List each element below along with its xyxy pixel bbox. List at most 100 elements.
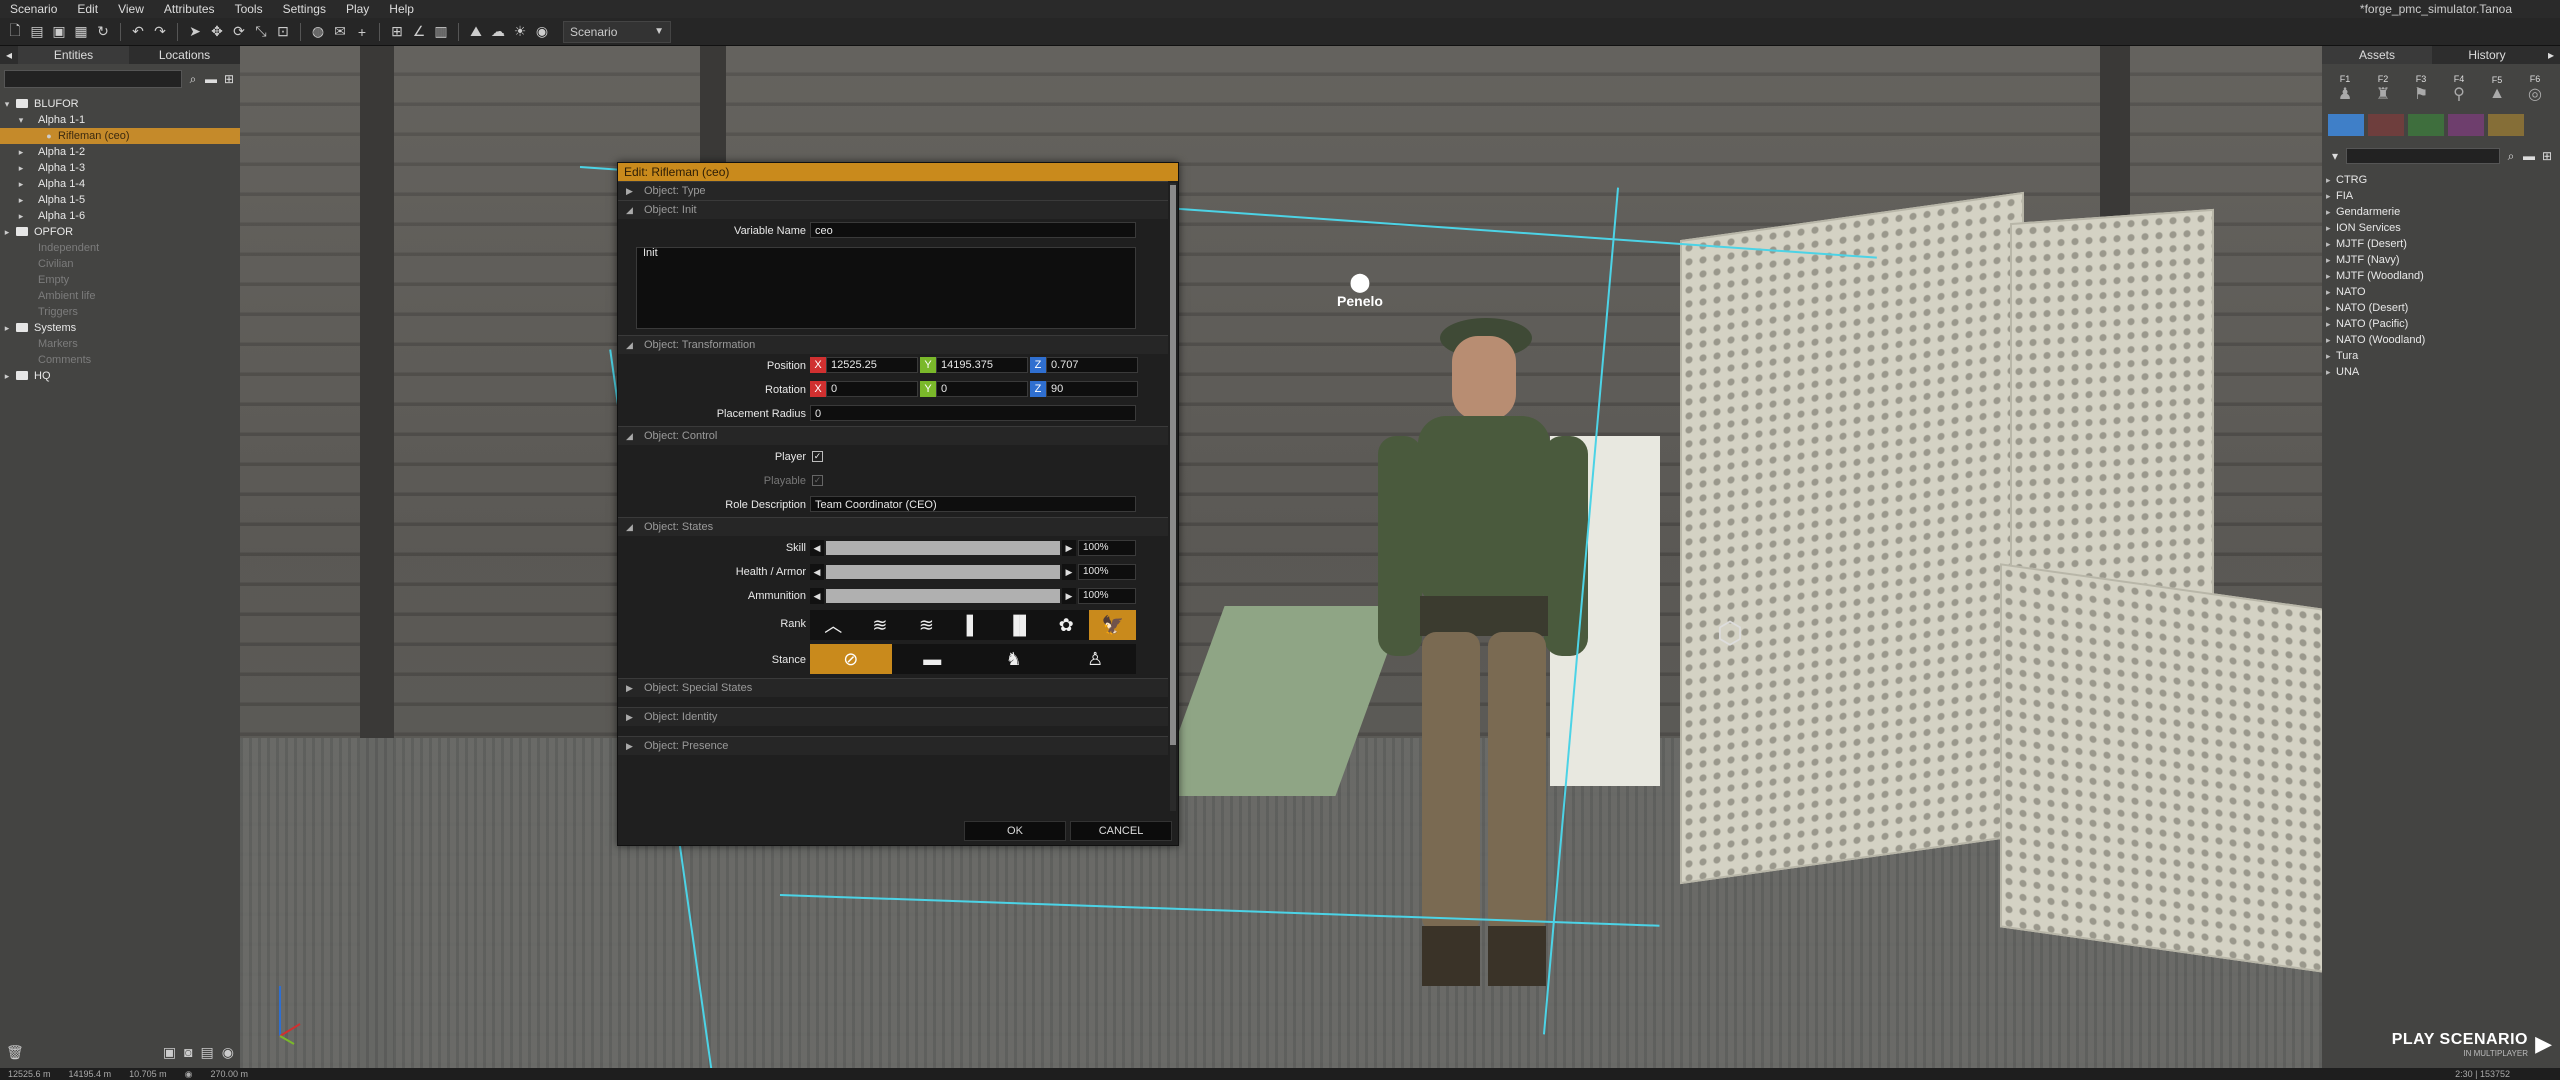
chevron-down-icon[interactable]: ▾ — [16, 112, 26, 128]
chevron-right-icon[interactable]: ▸ — [2, 320, 12, 336]
expand-all-icon[interactable]: ⊞ — [2540, 149, 2554, 163]
position-y-input[interactable]: 14195.375 — [936, 357, 1028, 373]
modules-mode-icon[interactable]: F3 ⚑ — [2404, 72, 2438, 106]
section-object-transformation[interactable]: ◢ Object: Transformation — [618, 335, 1168, 354]
faction-item[interactable]: Gendarmerie — [2322, 204, 2560, 220]
tree-item[interactable]: ● Rifleman (ceo) — [0, 128, 240, 144]
search-icon[interactable]: ⌕ — [186, 72, 200, 86]
faction-item[interactable]: NATO (Desert) — [2322, 300, 2560, 316]
rank-major-icon[interactable]: ✿ — [1043, 610, 1090, 640]
tree-item[interactable]: Triggers — [0, 304, 240, 320]
menu-view[interactable]: View — [108, 2, 154, 16]
sun-icon[interactable]: ☀ — [511, 23, 529, 41]
variable-name-input[interactable]: ceo — [810, 222, 1136, 238]
init-code-field[interactable]: Init — [636, 247, 1136, 329]
section-object-special-states[interactable]: ▶ Object: Special States — [618, 678, 1168, 697]
faction-item[interactable]: UNA — [2322, 364, 2560, 380]
section-object-type[interactable]: ▶ Object: Type — [618, 181, 1168, 200]
waypoints-mode-icon[interactable]: F4 ⚲ — [2442, 72, 2476, 106]
units-mode-icon[interactable]: F1 ♟ — [2328, 72, 2362, 106]
health-value[interactable]: 100% — [1078, 564, 1136, 580]
tree-item[interactable]: ▸ OPFOR — [0, 224, 240, 240]
menu-play[interactable]: Play — [336, 2, 379, 16]
slider-track[interactable] — [826, 541, 1060, 555]
position-z-input[interactable]: 0.707 — [1046, 357, 1138, 373]
side-blufor-filter[interactable] — [2328, 114, 2364, 136]
rank-colonel-icon[interactable]: 🦅 — [1089, 610, 1137, 640]
tree-item[interactable]: ▸ Alpha 1-3 — [0, 160, 240, 176]
rotate-icon[interactable]: ⟳ — [230, 23, 248, 41]
tree-item[interactable]: ▸ Alpha 1-5 — [0, 192, 240, 208]
new-file-icon[interactable]: 🗋 — [6, 22, 24, 41]
section-object-states[interactable]: ◢ Object: States — [618, 517, 1168, 536]
faction-item[interactable]: MJTF (Desert) — [2322, 236, 2560, 252]
vertical-grid-icon[interactable]: ▥ — [432, 23, 450, 41]
player-checkbox[interactable]: ✓ — [812, 451, 823, 462]
groups-mode-icon[interactable]: F2 ♜ — [2366, 72, 2400, 106]
new-folder-icon[interactable]: ▣ — [163, 1044, 176, 1062]
section-object-init[interactable]: ◢ Object: Init — [618, 200, 1168, 219]
arrow-right-icon[interactable]: ▶ — [1062, 564, 1076, 580]
rotation-x-input[interactable]: 0 — [826, 381, 918, 397]
grid-icon[interactable]: ⊞ — [388, 23, 406, 41]
section-object-presence[interactable]: ▶ Object: Presence — [618, 736, 1168, 755]
collapse-all-icon[interactable]: ▬ — [204, 72, 218, 86]
section-object-identity[interactable]: ▶ Object: Identity — [618, 707, 1168, 726]
tab-locations[interactable]: Locations — [129, 46, 240, 64]
redo-icon[interactable]: ↷ — [151, 23, 169, 41]
tree-item[interactable]: Ambient life — [0, 288, 240, 304]
menu-help[interactable]: Help — [379, 2, 424, 16]
collapse-right-icon[interactable]: ▸ — [2542, 46, 2560, 64]
stance-stand-icon[interactable]: ♙ — [1055, 644, 1137, 674]
tab-assets[interactable]: Assets — [2322, 46, 2432, 64]
collapse-left-icon[interactable]: ◂ — [0, 46, 18, 64]
terrain-icon[interactable]: ⛰ — [467, 23, 485, 41]
skill-slider[interactable]: ◀ ▶ 100% — [810, 540, 1136, 556]
rotation-y-input[interactable]: 0 — [936, 381, 1028, 397]
arrow-left-icon[interactable]: ◀ — [810, 564, 824, 580]
tree-item[interactable]: ▸ Alpha 1-2 — [0, 144, 240, 160]
save-as-icon[interactable]: ▦ — [72, 23, 90, 41]
search-icon[interactable]: ⌕ — [2504, 149, 2518, 164]
dialog-scrollbar[interactable] — [1170, 183, 1176, 811]
stance-auto-icon[interactable]: ⊘ — [810, 644, 892, 674]
open-folder-icon[interactable]: ▤ — [28, 23, 46, 41]
chevron-right-icon[interactable]: ▸ — [16, 176, 26, 192]
arrow-left-icon[interactable]: ◀ — [810, 540, 824, 556]
menu-tools[interactable]: Tools — [225, 2, 273, 16]
chevron-right-icon[interactable]: ▸ — [16, 160, 26, 176]
chevron-down-icon[interactable]: ▾ — [2328, 149, 2342, 163]
chevron-right-icon[interactable]: ▸ — [16, 192, 26, 208]
camera-icon[interactable]: ◉ — [533, 23, 551, 41]
camera-icon[interactable]: ◉ — [222, 1044, 234, 1062]
faction-item[interactable]: NATO — [2322, 284, 2560, 300]
playable-checkbox[interactable]: ✓ — [812, 475, 823, 486]
slider-track[interactable] — [826, 565, 1060, 579]
tree-item[interactable]: Markers — [0, 336, 240, 352]
skill-value[interactable]: 100% — [1078, 540, 1136, 556]
cancel-button[interactable]: CANCEL — [1070, 821, 1172, 841]
editor-viewport[interactable]: ⬤ Penelo ⬡ — [240, 46, 2322, 1068]
ammunition-slider[interactable]: ◀ ▶ 100% — [810, 588, 1136, 604]
tree-item[interactable]: Comments — [0, 352, 240, 368]
collapse-all-icon[interactable]: ▬ — [2522, 149, 2536, 163]
placement-radius-input[interactable]: 0 — [810, 405, 1136, 421]
stance-prone-icon[interactable]: ▬ — [892, 644, 974, 674]
arrow-right-icon[interactable]: ▶ — [1062, 540, 1076, 556]
faction-item[interactable]: FIA — [2322, 188, 2560, 204]
faction-item[interactable]: MJTF (Navy) — [2322, 252, 2560, 268]
plus-icon[interactable]: + — [353, 23, 371, 41]
delete-icon[interactable]: 🗑 — [6, 1044, 24, 1062]
menu-edit[interactable]: Edit — [67, 2, 108, 16]
tree-item[interactable]: ▸ Alpha 1-6 — [0, 208, 240, 224]
arrow-right-icon[interactable]: ▶ — [1062, 588, 1076, 604]
tree-item[interactable]: Empty — [0, 272, 240, 288]
role-description-input[interactable]: Team Coordinator (CEO) — [810, 496, 1136, 512]
eye-icon[interactable]: ⬡ — [1710, 616, 1750, 660]
tree-item[interactable]: ▸ Systems — [0, 320, 240, 336]
play-scenario-button[interactable]: PLAY SCENARIO IN MULTIPLAYER ▶ — [2392, 1031, 2552, 1058]
entities-search-input[interactable] — [4, 70, 182, 88]
tab-entities[interactable]: Entities — [18, 46, 129, 64]
position-x-input[interactable]: 12525.25 — [826, 357, 918, 373]
tree-item[interactable]: ▸ HQ — [0, 368, 240, 384]
